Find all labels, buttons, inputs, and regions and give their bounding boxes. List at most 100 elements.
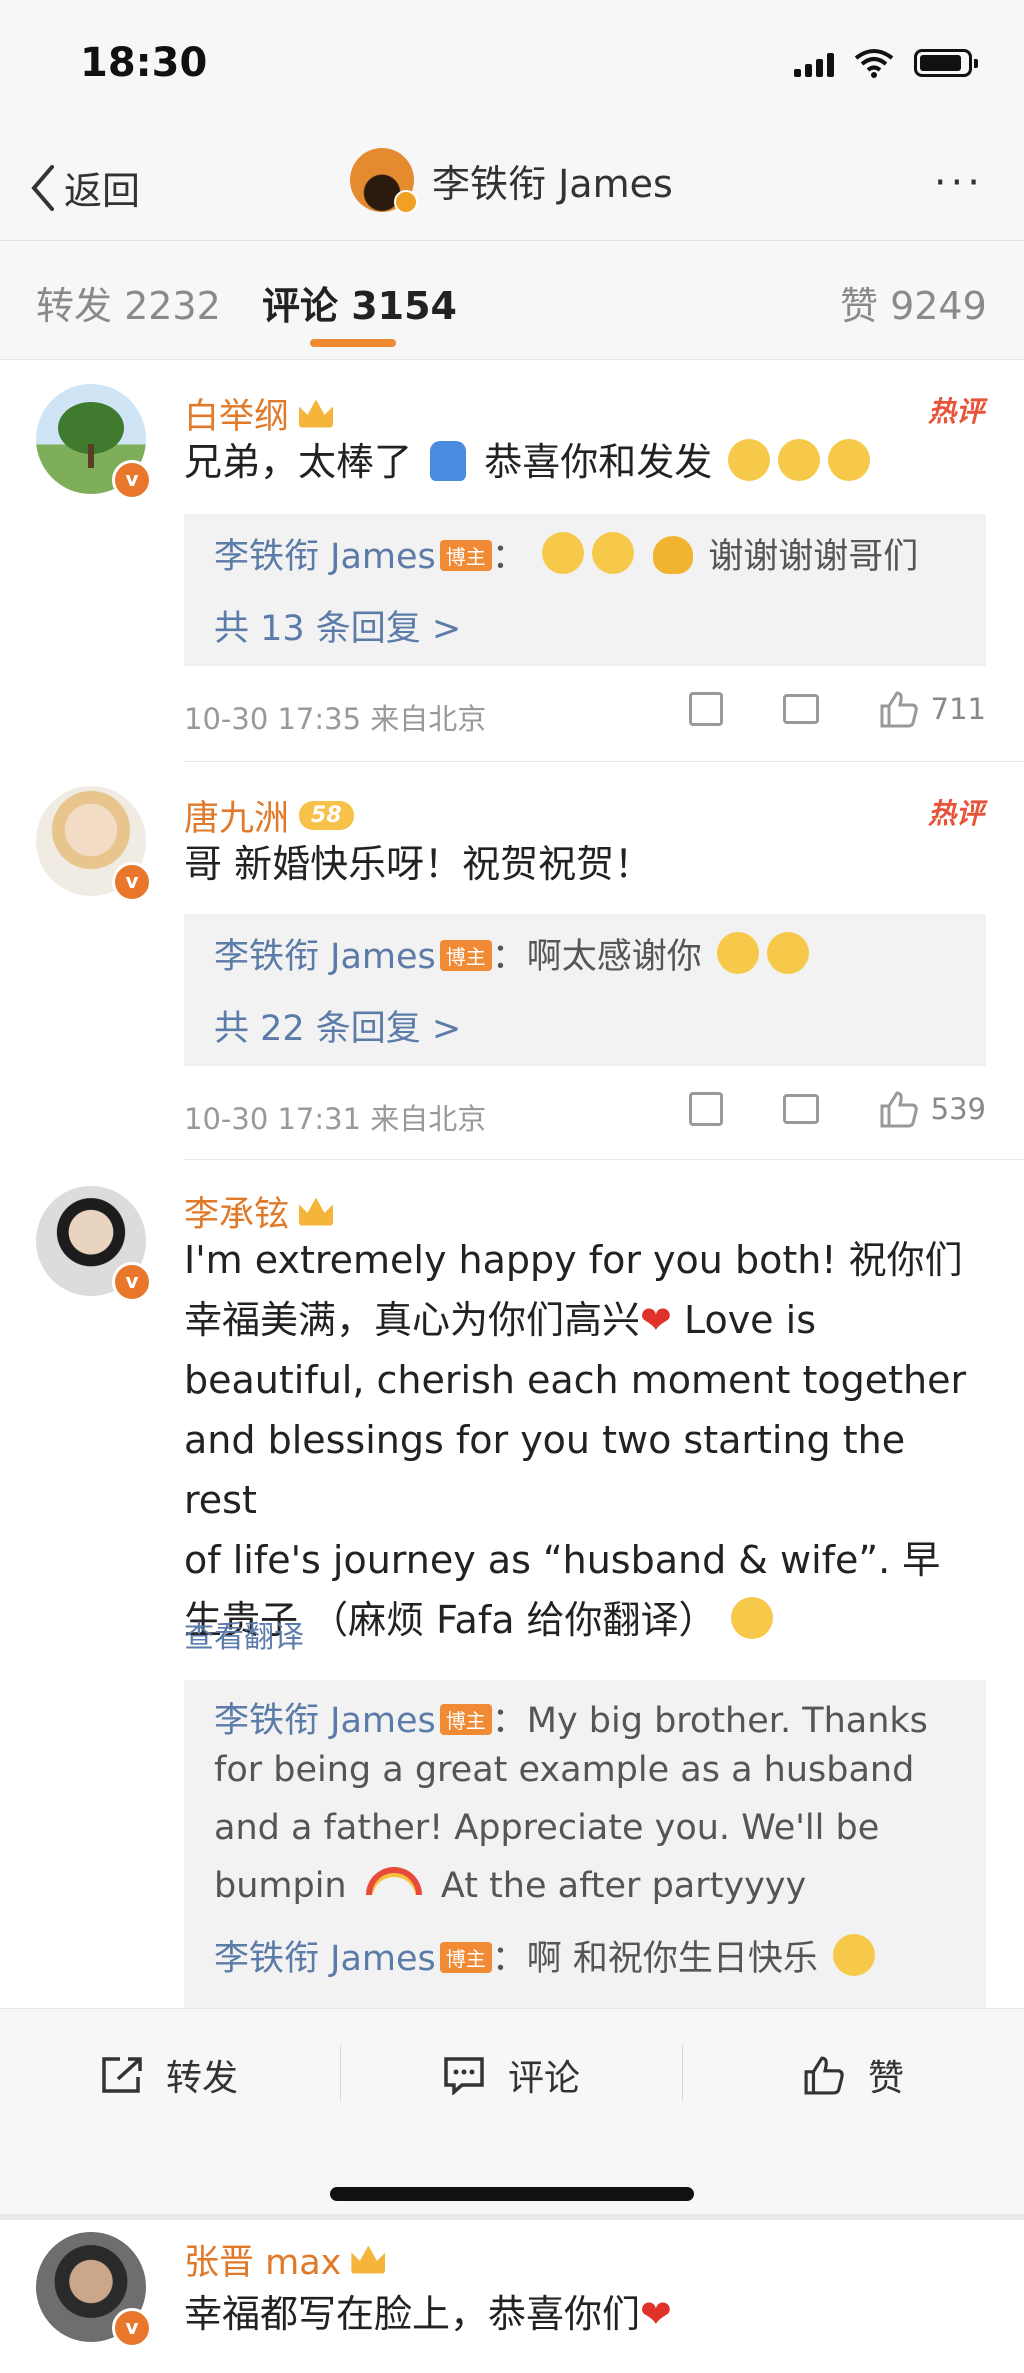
crown-icon [351, 2245, 386, 2274]
like-count: 539 [930, 1092, 986, 1126]
reply-text: At the after partyyyy [440, 1866, 807, 1906]
comment-text: I'm extremely happy for you both! 祝你们 幸福… [184, 1230, 984, 1650]
share-icon [102, 2057, 142, 2093]
avatar[interactable]: v [36, 786, 152, 902]
comment-button[interactable]: 评论 [442, 2049, 580, 2101]
like-button[interactable]: 539 [879, 1090, 986, 1128]
verified-icon: v [112, 2308, 152, 2348]
verified-icon: v [112, 460, 152, 500]
comment-text-part: 幸福都写在脸上，恭喜你们 [184, 2292, 641, 2336]
hot-comment-badge: 热评 [927, 395, 984, 428]
like-button[interactable]: 赞 [802, 2049, 904, 2101]
more-icon[interactable]: ··· [934, 160, 984, 206]
comment-line: of life's journey as “husband & wife”. 早 [184, 1538, 941, 1582]
grin-emoji-icon [730, 1597, 773, 1639]
reply-line: 李铁衔 James 博主 ：啊 和祝你生日快乐 [214, 1930, 879, 1981]
username-text: 张晋 max [184, 2243, 342, 2283]
comment-text-part: 兄弟，太棒了 [184, 440, 413, 484]
nav-title[interactable]: 李铁衔 James [350, 148, 673, 214]
like-label: 赞 [868, 2058, 905, 2099]
reply-line: 李铁衔 James 博主 ：My big brother. Thanks [214, 1692, 928, 1743]
comment-meta: 10-30 17:35 来自北京 [184, 702, 487, 736]
divider [340, 2045, 341, 2101]
thumbs-up-icon [880, 1091, 918, 1128]
tab-likes[interactable]: 赞 9249 [840, 275, 987, 330]
nav-title-text: 李铁衔 James [432, 161, 673, 206]
tab-indicator [310, 339, 396, 347]
reply-author[interactable]: 李铁衔 James [214, 537, 436, 577]
reply-author[interactable]: 李铁衔 James [214, 1939, 436, 1979]
reply-box[interactable]: 李铁衔 James 博主： 谢谢谢谢哥们 共 13 条回复 > [184, 514, 986, 666]
avatar[interactable]: v [36, 2232, 152, 2348]
host-tag: 博主 [439, 540, 492, 571]
smile-emoji-icon [716, 932, 759, 974]
share-icon[interactable] [688, 1092, 723, 1126]
comment-text: 幸福都写在脸上，恭喜你们❤ [184, 2284, 984, 2344]
comment-text-part: 恭喜你和发发 [484, 440, 713, 484]
level-badge: 58 [299, 801, 354, 830]
comment-line: I'm extremely happy for you both! 祝你们 [184, 1238, 963, 1282]
repost-label: 转发 [166, 2058, 239, 2099]
comment-icon[interactable] [782, 1094, 819, 1124]
status-bar: 18:30 [0, 0, 1024, 130]
reply-line: 李铁衔 James 博主 ：啊太感谢你 [214, 928, 813, 979]
comment-icon [444, 2057, 484, 2095]
bottom-action-bar: 转发 评论 赞 [0, 2008, 1024, 2215]
comment-line: beautiful, cherish each moment together [184, 1358, 967, 1402]
back-label: 返回 [64, 169, 141, 213]
smile-emoji-icon [541, 532, 584, 574]
translate-link[interactable]: 查看翻译 [184, 1612, 304, 1656]
repost-button[interactable]: 转发 [100, 2049, 238, 2101]
comment-label: 评论 [508, 2058, 581, 2099]
rainbow-emoji-icon [365, 1867, 422, 1895]
smile-emoji-icon [591, 532, 634, 574]
chevron-left-icon [31, 164, 54, 211]
crown-icon [299, 399, 334, 428]
comment-icon[interactable] [782, 694, 819, 724]
like-button[interactable]: 711 [879, 690, 986, 728]
hug-emoji-icon [653, 536, 694, 574]
comment-line: 幸福美满，真心为你们高兴❤ Love is [184, 1290, 984, 1350]
thumbs-up-icon [880, 691, 918, 728]
comment-item: v 唐九洲 58 热评 哥 新婚快乐呀！祝贺祝贺！ 李铁衔 James 博主 ：啊太… [0, 762, 1024, 1160]
thumbs-up-icon [804, 2056, 844, 2095]
reply-author[interactable]: 李铁衔 James [214, 1701, 436, 1741]
reply-line: 李铁衔 James 博主： 谢谢谢谢哥们 [214, 528, 918, 579]
host-tag: 博主 [439, 940, 492, 971]
more-replies-link[interactable]: 共 13 条回复 > [214, 600, 461, 651]
flower-emoji-icon [778, 439, 821, 481]
reply-text: ：啊太感谢你 [491, 937, 702, 977]
comment-actions: 711 [688, 690, 986, 728]
reply-text: ：My big brother. Thanks [491, 1701, 928, 1741]
divider [682, 2045, 683, 2101]
celebrate-emoji-icon [430, 441, 467, 481]
reply-text: bumpin [214, 1866, 347, 1906]
wifi-icon [854, 49, 894, 78]
back-button[interactable]: 返回 [28, 160, 140, 215]
comment-item: v 白举纲 热评 兄弟，太棒了 恭喜你和发发 李铁衔 James 博主： 谢谢谢谢… [0, 360, 1024, 762]
home-indicator [330, 2187, 694, 2201]
comment-item: v 李承铉 I'm extremely happy for you both! … [0, 1160, 1024, 2008]
verified-icon: v [112, 862, 152, 902]
comment-text: 哥 新婚快乐呀！祝贺祝贺！ [184, 842, 653, 886]
tab-repost[interactable]: 转发 2232 [36, 275, 221, 330]
nav-bar: 返回 李铁衔 James ··· [0, 130, 1024, 241]
comment-username[interactable]: 张晋 max [184, 2234, 386, 2285]
share-icon[interactable] [688, 692, 723, 726]
signal-icon [794, 49, 834, 77]
comment-text-part: 幸福美满，真心为你们高兴 [184, 1298, 641, 1342]
tab-comments[interactable]: 评论 3154 [262, 275, 457, 330]
more-replies-link[interactable]: 共 22 条回复 > [214, 1000, 461, 1051]
status-icons [794, 48, 978, 78]
avatar[interactable]: v [36, 384, 152, 500]
heart-icon: ❤ [640, 2292, 672, 2336]
host-tag: 博主 [439, 1704, 492, 1735]
smile-emoji-icon [766, 932, 809, 974]
avatar[interactable]: v [36, 1186, 152, 1302]
reply-author[interactable]: 李铁衔 James [214, 937, 436, 977]
comment-meta: 10-30 17:31 来自北京 [184, 1102, 487, 1136]
reply-box[interactable]: 李铁衔 James 博主 ：My big brother. Thanks for b… [184, 1680, 986, 2008]
host-tag: 博主 [439, 1942, 492, 1973]
reply-box[interactable]: 李铁衔 James 博主 ：啊太感谢你 共 22 条回复 > [184, 914, 986, 1066]
comment-text: 兄弟，太棒了 恭喜你和发发 [184, 432, 984, 492]
